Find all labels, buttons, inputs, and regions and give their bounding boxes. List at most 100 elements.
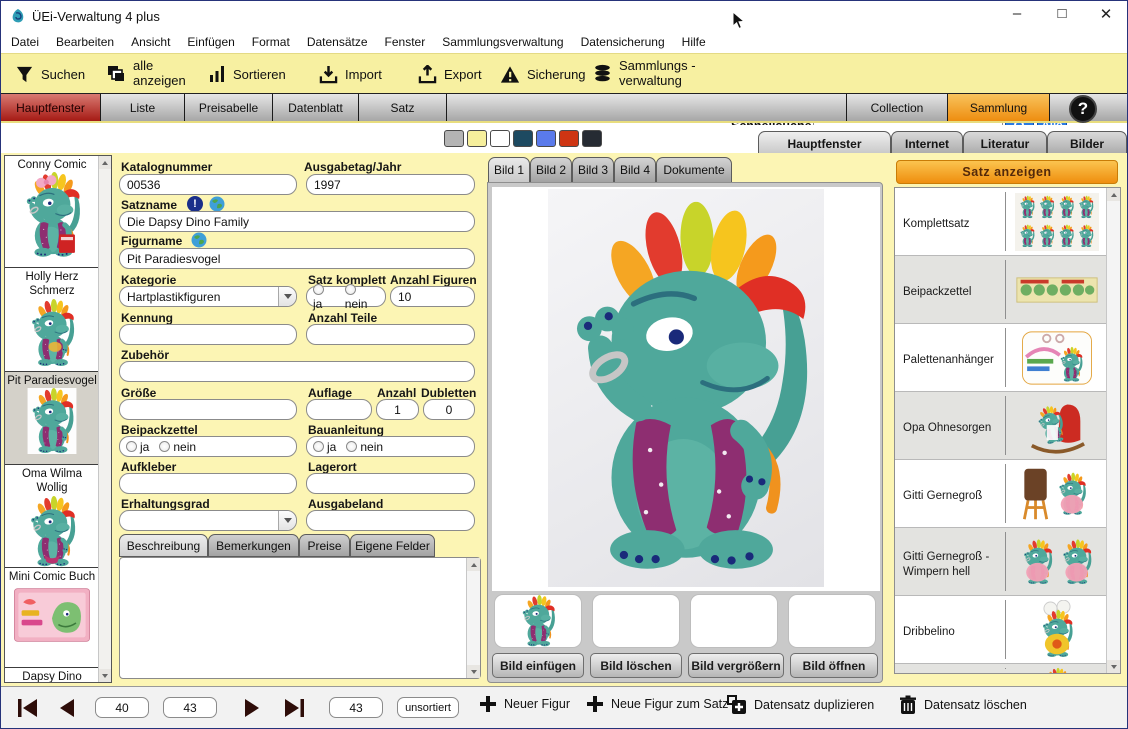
tab-sammlung[interactable]: Sammlung <box>948 94 1050 121</box>
globe-icon[interactable] <box>191 232 207 248</box>
tab-bild-2[interactable]: Bild 2 <box>530 157 572 183</box>
bauanleitung-ja-radio[interactable]: ja <box>313 440 336 454</box>
maximize-button[interactable]: □ <box>1049 5 1075 22</box>
record-count-field[interactable] <box>329 697 383 718</box>
set-row-palettenanhaenger[interactable]: Palettenanhänger <box>895 324 1107 392</box>
tab-beschreibung[interactable]: Beschreibung <box>119 534 208 557</box>
close-button[interactable]: ✕ <box>1093 5 1119 23</box>
sort-button[interactable]: Sortieren <box>208 54 286 94</box>
beschreibung-textarea[interactable] <box>119 557 481 679</box>
globe-icon[interactable] <box>209 196 225 212</box>
collection-management-button[interactable]: Sammlungs -verwaltung <box>593 54 699 94</box>
menu-fenster[interactable]: Fenster <box>383 32 428 52</box>
search-button[interactable]: Suchen <box>15 54 85 94</box>
anzahl-teile-field[interactable] <box>306 324 475 345</box>
minimize-button[interactable]: – <box>1004 5 1030 22</box>
color-swatch-black[interactable] <box>582 130 602 147</box>
ausgabetag-field[interactable] <box>306 174 475 195</box>
katalognummer-field[interactable] <box>119 174 297 195</box>
tab-collection[interactable]: Collection <box>846 94 948 121</box>
tab-preisabelle[interactable]: Preisabelle <box>185 94 273 121</box>
scroll-down-icon[interactable] <box>467 665 480 678</box>
tab-eigene-felder[interactable]: Eigene Felder <box>350 534 435 557</box>
color-swatch-gray[interactable] <box>444 130 464 147</box>
menu-datensaetze[interactable]: Datensätze <box>305 32 370 52</box>
list-item-holly-herz-schmerz[interactable]: Holly Herz Schmerz <box>5 268 99 372</box>
backup-button[interactable]: Sicherung <box>500 54 586 94</box>
show-set-button[interactable]: Satz anzeigen <box>896 160 1118 184</box>
zubehoer-field[interactable] <box>119 361 475 382</box>
list-item-conny-comic[interactable]: Conny Comic <box>5 156 99 268</box>
alert-icon[interactable]: ! <box>187 196 203 212</box>
tab-satz[interactable]: Satz <box>359 94 447 121</box>
thumbnail-slot-2[interactable] <box>592 594 680 648</box>
first-record-button[interactable] <box>17 698 39 718</box>
scroll-down-icon[interactable] <box>1107 660 1120 673</box>
set-row-komplettsatz[interactable]: Komplettsatz <box>895 188 1107 256</box>
figurname-field[interactable] <box>119 248 475 269</box>
scroll-up-icon[interactable] <box>99 156 111 169</box>
scroll-up-icon[interactable] <box>1107 188 1120 201</box>
record-number-field[interactable] <box>163 697 217 718</box>
list-item-oma-wilma-wollig[interactable]: Oma Wilma Wollig <box>5 465 99 568</box>
export-button[interactable]: Export <box>418 54 482 94</box>
image-insert-button[interactable]: Bild einfügen <box>492 653 584 678</box>
lagerort-field[interactable] <box>306 473 475 494</box>
satz-komplett-ja-radio[interactable]: ja <box>313 283 335 311</box>
bauanleitung-nein-radio[interactable]: nein <box>346 440 383 454</box>
menu-format[interactable]: Format <box>250 32 292 52</box>
menu-datensicherung[interactable]: Datensicherung <box>579 32 667 52</box>
menu-bearbeiten[interactable]: Bearbeiten <box>54 32 116 52</box>
thumbnail-slot-3[interactable] <box>690 594 778 648</box>
set-row-gitti-wimpern-hell[interactable]: Gitti Gernegroß - Wimpern hell <box>895 528 1107 596</box>
ausgabeland-field[interactable] <box>306 510 475 531</box>
next-record-button[interactable] <box>243 698 261 718</box>
tab-dokumente[interactable]: Dokumente <box>656 157 732 183</box>
anzahl-field[interactable] <box>376 399 419 420</box>
set-row-opa-ohnesorgen[interactable]: Opa Ohnesorgen <box>895 392 1107 460</box>
chevron-down-icon[interactable] <box>278 287 296 306</box>
set-row-dribbelino[interactable]: Dribbelino <box>895 596 1107 664</box>
help-button[interactable]: ? <box>1069 95 1097 123</box>
set-row-gitti-gernegross[interactable]: Gitti Gernegroß <box>895 460 1107 528</box>
thumbnail-slot-1[interactable] <box>494 594 582 648</box>
previous-record-button[interactable] <box>58 698 76 718</box>
list-item-dapsy-dino[interactable]: Dapsy Dino <box>5 668 99 683</box>
auflage-field[interactable] <box>306 399 372 420</box>
color-swatch-white[interactable] <box>490 130 510 147</box>
beipackzettel-nein-radio[interactable]: nein <box>159 440 196 454</box>
groesse-field[interactable] <box>119 399 297 420</box>
color-swatch-yellow[interactable] <box>467 130 487 147</box>
last-record-button[interactable] <box>283 698 305 718</box>
list-item-pit-paradiesvogel[interactable]: Pit Paradiesvogel <box>5 372 99 465</box>
duplicate-record-button[interactable]: Datensatz duplizieren <box>727 695 874 715</box>
kategorie-select[interactable]: Hartplastikfiguren <box>119 286 297 307</box>
menu-ansicht[interactable]: Ansicht <box>129 32 172 52</box>
record-position-field[interactable] <box>95 697 149 718</box>
view-tab-internet[interactable]: Internet <box>891 131 963 155</box>
chevron-down-icon[interactable] <box>278 511 296 530</box>
set-list-scrollbar[interactable] <box>1106 188 1120 673</box>
tab-bild-3[interactable]: Bild 3 <box>572 157 614 183</box>
color-swatch-teal[interactable] <box>513 130 533 147</box>
list-item-mini-comic-buch[interactable]: Mini Comic Buch <box>5 568 99 668</box>
scroll-up-icon[interactable] <box>467 558 480 571</box>
view-tab-bilder[interactable]: Bilder <box>1047 131 1127 155</box>
textarea-scrollbar[interactable] <box>466 558 480 678</box>
tab-datenblatt[interactable]: Datenblatt <box>273 94 359 121</box>
color-swatch-blue[interactable] <box>536 130 556 147</box>
dubletten-field[interactable] <box>423 399 475 420</box>
new-figure-button[interactable]: Neuer Figur <box>479 695 570 713</box>
image-enlarge-button[interactable]: Bild vergrößern <box>688 653 784 678</box>
tab-bild-1[interactable]: Bild 1 <box>488 157 530 183</box>
menu-datei[interactable]: Datei <box>9 32 41 52</box>
erhaltungsgrad-select[interactable] <box>119 510 297 531</box>
color-swatch-red[interactable] <box>559 130 579 147</box>
view-tab-hauptfenster[interactable]: Hauptfenster <box>758 131 891 155</box>
set-row-beipackzettel[interactable]: Beipackzettel <box>895 256 1107 324</box>
scroll-down-icon[interactable] <box>99 669 111 682</box>
satzname-field[interactable] <box>119 211 475 232</box>
tab-bemerkungen[interactable]: Bemerkungen <box>208 534 299 557</box>
menu-sammlungsverwaltung[interactable]: Sammlungsverwaltung <box>440 32 565 52</box>
menu-hilfe[interactable]: Hilfe <box>680 32 708 52</box>
